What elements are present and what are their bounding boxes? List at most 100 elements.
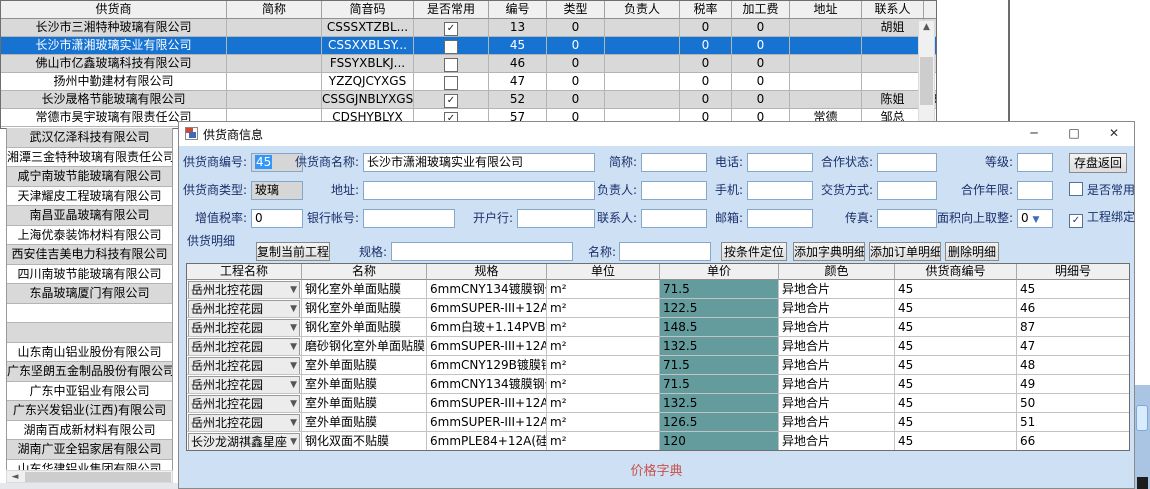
detail-cell[interactable]: 6mm白玻+1.14PVB+6mm... [427, 318, 547, 337]
detail-cell[interactable]: 148.5 [660, 318, 779, 337]
detail-cell[interactable]: 6mmSUPER-III+12A(硅... [427, 337, 547, 356]
grid-cell[interactable]: 0 [547, 37, 605, 55]
detail-header-cell[interactable]: 工程名称 [187, 264, 302, 280]
supplier-row[interactable]: 长沙市潇湘玻璃实业有限公司CSSXXBLSY...45000 [1, 37, 936, 55]
detail-cell[interactable]: m² [547, 280, 660, 299]
detail-header-cell[interactable]: 明细号 [1017, 264, 1130, 280]
detail-cell[interactable]: 6mmCNY129B镀膜钢化 [427, 356, 547, 375]
chevron-down-icon[interactable]: ▼ [290, 282, 297, 299]
detail-cell[interactable]: 钢化室外单面贴膜 [302, 299, 427, 318]
delivery-field[interactable] [877, 181, 937, 200]
list-item[interactable]: 广东中亚铝业有限公司 [7, 382, 173, 402]
detail-row[interactable]: 长沙龙湖祺鑫星座▼钢化双面不贴膜6mmPLE84+12A(硅酮胶...m²120… [187, 432, 1129, 451]
detail-cell[interactable]: 48 [1017, 356, 1130, 375]
list-item[interactable]: 广东坚朗五金制品股份有限公司 [7, 362, 173, 382]
grid-cell[interactable]: 0 [732, 37, 790, 55]
detail-cell[interactable]: 异地合片 [779, 394, 895, 413]
detail-cell[interactable]: 钢化室外单面贴膜 [302, 318, 427, 337]
detail-cell[interactable]: 钢化室外单面贴膜 [302, 280, 427, 299]
project-combo-cell[interactable]: 岳州北控花园▼ [187, 299, 302, 318]
bank-account-field[interactable] [363, 209, 455, 228]
detail-row[interactable]: 岳州北控花园▼室外单面贴膜6mmCNY134镀膜钢化m²71.5异地合片4549 [187, 375, 1129, 394]
project-combobox[interactable]: 岳州北控花园▼ [188, 414, 300, 432]
list-item[interactable]: 天津耀皮工程玻璃有限公司 [7, 187, 173, 207]
supplier-row[interactable]: 佛山市亿鑫玻璃科技有限公司FSSYXBLKJ...46000 [1, 55, 936, 73]
maximize-button[interactable]: □ [1054, 122, 1094, 146]
grid-cell[interactable] [605, 73, 680, 91]
detail-cell[interactable]: 71.5 [660, 375, 779, 394]
grid-header-row[interactable]: 供货商简称简音码是否常用编号类型负责人税率加工费地址联系人电话 [1, 1, 936, 19]
detail-row[interactable]: 岳州北控花园▼钢化室外单面贴膜6mm白玻+1.14PVB+6mm...m²148… [187, 318, 1129, 337]
list-item[interactable]: 上海优泰装饰材料有限公司 [7, 226, 173, 246]
common-use-cell[interactable]: ✓ [414, 91, 489, 109]
detail-cell[interactable]: 室外单面贴膜 [302, 375, 427, 394]
list-item[interactable]: 湖南百成新材料有限公司 [7, 421, 173, 441]
supplier-grid[interactable]: 供货商简称简音码是否常用编号类型负责人税率加工费地址联系人电话长沙市三湘特种玻璃… [0, 0, 937, 129]
supplier-row[interactable]: 长沙市三湘特种玻璃有限公司CSSSXTZBL...✓13000胡姐 [1, 19, 936, 37]
project-combobox[interactable]: 岳州北控花园▼ [188, 319, 300, 337]
project-combo-cell[interactable]: 岳州北控花园▼ [187, 280, 302, 299]
grid-cell[interactable]: 佛山市亿鑫玻璃科技有限公司 [1, 55, 227, 73]
grid-cell[interactable]: 胡姐 [862, 19, 924, 37]
scroll-left-icon[interactable]: ◄ [9, 471, 21, 483]
dialog-titlebar[interactable]: 供货商信息 ─ □ ✕ [179, 122, 1134, 146]
detail-cell[interactable]: 异地合片 [779, 356, 895, 375]
grid-cell[interactable] [862, 37, 924, 55]
chevron-down-icon[interactable]: ▼ [290, 339, 297, 356]
checkbox-checked-icon[interactable]: ✓ [444, 94, 458, 108]
coop-years-field[interactable] [1017, 181, 1053, 200]
grid-cell[interactable] [605, 91, 680, 109]
grid-cell[interactable] [862, 55, 924, 73]
list-item[interactable]: 武汉亿泽科技有限公司 [7, 128, 173, 148]
list-item[interactable]: 山东南山铝业股份有限公司 [7, 343, 173, 363]
coop-status-field[interactable] [877, 153, 937, 172]
list-item[interactable]: 湖南广亚全铝家居有限公司 [7, 440, 173, 460]
detail-header-cell[interactable]: 规格 [427, 264, 547, 280]
list-item[interactable]: 广东兴发铝业(江西)有限公司 [7, 401, 173, 421]
detail-row[interactable]: 岳州北控花园▼室外单面贴膜6mmSUPER-III+12A(硅...m²126.… [187, 413, 1129, 432]
chevron-down-icon[interactable]: ▼ [290, 301, 297, 318]
grid-cell[interactable] [605, 37, 680, 55]
grid-cell[interactable] [605, 55, 680, 73]
project-combo-cell[interactable]: 岳州北控花园▼ [187, 337, 302, 356]
detail-header-cell[interactable]: 单位 [547, 264, 660, 280]
list-item[interactable]: 南昌亚晶玻璃有限公司 [7, 206, 173, 226]
list-item[interactable]: 四川南玻节能玻璃有限公司 [7, 265, 173, 285]
delete-detail-button[interactable]: 删除明细 [945, 242, 999, 261]
add-dict-detail-button[interactable]: 添加字典明细 [793, 242, 865, 261]
common-use-checkbox[interactable]: 是否常用 [1069, 182, 1135, 198]
grid-cell[interactable]: 0 [732, 73, 790, 91]
grid-cell[interactable]: 长沙市三湘特种玻璃有限公司 [1, 19, 227, 37]
detail-cell[interactable]: 45 [895, 337, 1017, 356]
project-combobox[interactable]: 岳州北控花园▼ [188, 338, 300, 356]
detail-cell[interactable]: 45 [895, 280, 1017, 299]
detail-cell[interactable]: 室外单面贴膜 [302, 394, 427, 413]
checkbox-checked-icon[interactable]: ✓ [444, 22, 458, 36]
detail-cell[interactable]: 异地合片 [779, 337, 895, 356]
grid-cell[interactable] [227, 55, 322, 73]
list-item[interactable]: 咸宁南玻节能玻璃有限公司 [7, 167, 173, 187]
detail-cell[interactable]: 46 [1017, 299, 1130, 318]
grid-cell[interactable]: 0 [547, 55, 605, 73]
grid-header-cell[interactable]: 电话 [924, 1, 937, 19]
detail-cell[interactable]: m² [547, 318, 660, 337]
detail-cell[interactable]: 磨砂钢化室外单面贴膜 [302, 337, 427, 356]
grid-cell[interactable]: FSSYXBLKJ... [322, 55, 414, 73]
copy-project-button[interactable]: 复制当前工程 [256, 242, 330, 261]
project-combobox[interactable]: 岳州北控花园▼ [188, 281, 300, 299]
common-use-cell[interactable] [414, 73, 489, 91]
detail-header-cell[interactable]: 单价 [660, 264, 779, 280]
detail-cell[interactable]: m² [547, 432, 660, 451]
scrollbar-thumb[interactable] [920, 57, 933, 105]
grid-cell[interactable]: YZZQJCYXGS [322, 73, 414, 91]
grid-cell[interactable]: 0 [680, 55, 732, 73]
detail-cell[interactable]: 47 [1017, 337, 1130, 356]
detail-cell[interactable]: 51 [1017, 413, 1130, 432]
grid-cell[interactable]: 陈姐 [862, 91, 924, 109]
detail-cell[interactable]: 45 [895, 375, 1017, 394]
spec-filter-input[interactable] [391, 242, 573, 261]
detail-cell[interactable]: 71.5 [660, 280, 779, 299]
list-item[interactable]: 山东华建铝业集团有限公司 [7, 460, 173, 471]
detail-cell[interactable]: 49 [1017, 375, 1130, 394]
detail-cell[interactable]: m² [547, 413, 660, 432]
